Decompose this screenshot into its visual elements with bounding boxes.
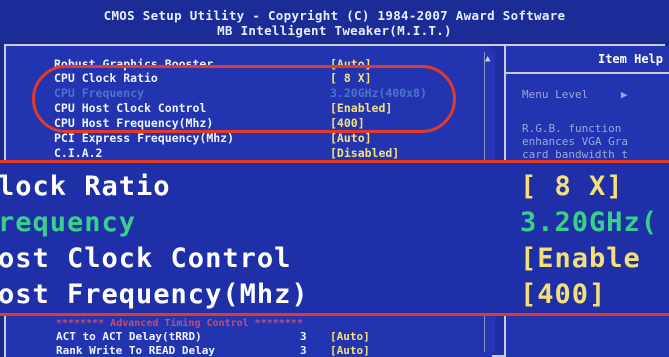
highlight-oval — [32, 65, 456, 133]
title-bar: CMOS Setup Utility - Copyright (C) 1984-… — [0, 0, 669, 42]
menu-level-label: Menu Level — [522, 88, 589, 101]
menu-level-arrow-icon: ▶ — [620, 88, 628, 101]
setting-cia2-label[interactable]: C.I.A.2 — [54, 146, 102, 160]
setting-rank-write-to-read-label[interactable]: Rank Write To READ Delay — [56, 344, 215, 357]
help-title: Item Help — [506, 52, 669, 74]
zoom-frequency-label: requency — [0, 207, 137, 238]
setting-rank-write-to-read-num: 3 — [300, 344, 307, 357]
zoom-host-clock-control-value: [Enable — [520, 243, 641, 274]
menu-level: Menu Level ▶ — [522, 88, 627, 101]
zoom-host-frequency-label: ost Frequency(Mhz) — [0, 279, 309, 310]
help-text: R.G.B. function enhances VGA Gra card ba… — [522, 122, 628, 161]
title-line-1: CMOS Setup Utility - Copyright (C) 1984-… — [103, 8, 566, 23]
setting-pci-express-frequency-value[interactable]: [Auto] — [330, 131, 372, 145]
zoom-host-frequency-value: [400] — [520, 279, 607, 310]
title-line-2: MB Intelligent Tweaker(M.I.T.) — [217, 23, 452, 38]
zoom-clock-ratio-value: [ 8 X] — [520, 171, 624, 202]
zoom-clock-ratio-label: lock Ratio — [0, 171, 171, 202]
zoom-inset: lock Ratio [ 8 X] requency 3.20GHz( ost … — [0, 160, 669, 316]
zoom-frequency-value: 3.20GHz( — [520, 207, 659, 238]
advanced-timing-separator: ******** Advanced Timing Control *******… — [56, 318, 303, 329]
zoom-host-clock-control-label: ost Clock Control — [0, 243, 292, 274]
setting-act-to-act-delay-value[interactable]: [Auto] — [330, 330, 370, 343]
setting-act-to-act-delay-num: 3 — [300, 330, 307, 343]
setting-rank-write-to-read-value[interactable]: [Auto] — [330, 344, 370, 357]
scroll-up-arrow-icon[interactable]: ▲ — [485, 54, 490, 64]
setting-act-to-act-delay-label[interactable]: ACT to ACT Delay(tRRD) — [56, 330, 202, 343]
setting-pci-express-frequency-label[interactable]: PCI Express Frequency(Mhz) — [54, 131, 234, 145]
setting-cia2-value[interactable]: [Disabled] — [330, 146, 399, 160]
